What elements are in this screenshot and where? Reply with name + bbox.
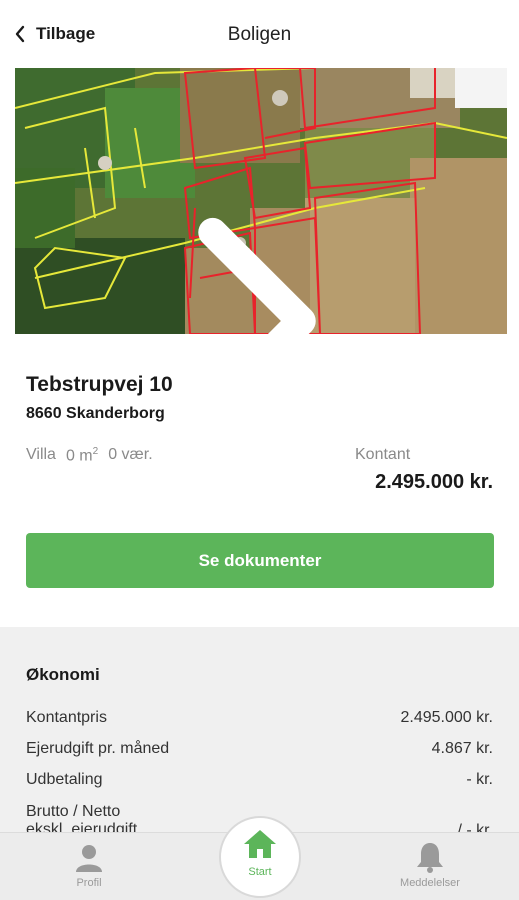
property-rooms: 0 vær. [108,446,153,463]
price-value: 2.495.000 kr. [375,471,493,493]
area-unit-superscript: 2 [92,446,99,457]
property-map-image[interactable] [15,68,507,334]
home-icon [244,830,276,858]
property-area: 0 m2 [66,446,98,465]
tab-messages-label: Meddelelser [400,877,460,889]
bell-icon [417,843,443,873]
economy-row-value: - kr. [466,771,493,788]
price-label: Kontant [355,446,411,463]
property-type: Villa [26,446,56,463]
postal-city: 8660 Skanderborg [26,405,165,422]
economy-row: Kontantpris 2.495.000 kr. [26,709,493,727]
economy-row-value: 2.495.000 kr. [400,709,493,726]
economy-row-label: Ejerudgift pr. måned [26,740,170,757]
tab-profile[interactable]: Profil [58,843,120,889]
tab-start[interactable]: Start [219,828,301,878]
see-documents-button[interactable]: Se dokumenter [26,533,494,588]
area-value: 0 m [65,447,93,465]
address-block: Tebstrupvej 10 8660 Skanderborg [26,373,173,423]
economy-title: Økonomi [26,665,100,684]
street-address: Tebstrupvej 10 [26,373,173,396]
economy-row: Ejerudgift pr. måned 4.867 kr. [26,740,493,758]
economy-row: Udbetaling - kr. [26,771,493,789]
economy-row-label-line1: Brutto / Netto [26,803,121,820]
economy-row-value: 4.867 kr. [431,740,493,757]
economy-section: Økonomi Kontantpris 2.495.000 kr. Ejerud… [0,627,519,847]
property-specs: Villa 0 m2 0 vær. [26,446,153,465]
economy-row-label: Udbetaling [26,771,103,788]
page-title: Boligen [227,24,292,45]
chevron-right-icon[interactable] [15,188,503,334]
tab-start-label: Start [248,866,272,878]
nav-header: Tilbage Boligen [0,0,519,68]
person-icon [76,845,102,872]
tab-messages[interactable]: Meddelelser [385,841,475,889]
economy-row-label: Kontantpris [26,709,107,726]
tab-profile-label: Profil [76,877,102,889]
